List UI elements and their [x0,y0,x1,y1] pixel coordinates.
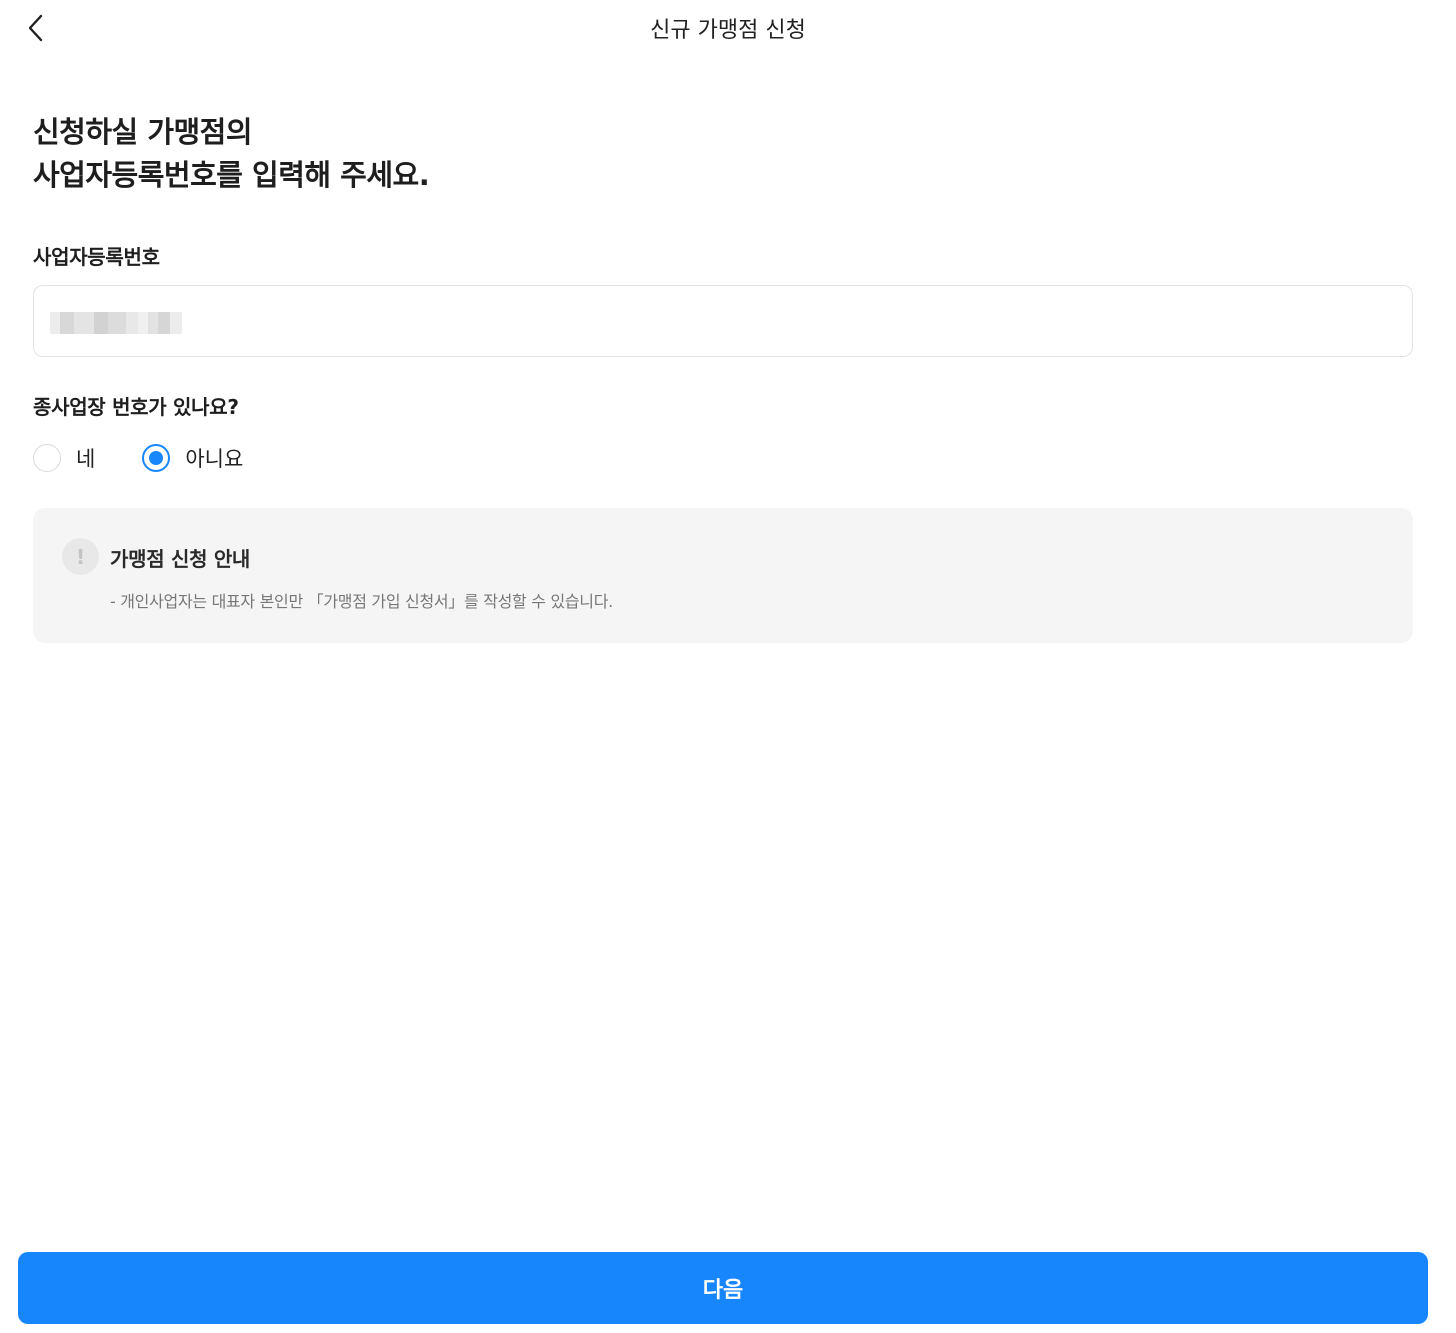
heading-line-2: 사업자등록번호를 입력해 주세요. [33,158,430,192]
radio-label-yes: 네 [76,447,96,471]
next-button[interactable]: 다음 [18,1252,1428,1324]
radio-option-no[interactable]: 아니요 [142,443,243,473]
notice-title: 가맹점 신청 안내 [110,547,251,571]
page: 신규 가맹점 신청 신청하실 가맹점의 사업자등록번호를 입력해 주세요. 사업… [0,0,1456,1333]
radio-option-yes[interactable]: 네 [33,443,95,473]
masked-value [50,312,182,334]
header: 신규 가맹점 신청 [0,0,1456,56]
radio-button-no[interactable] [142,444,171,472]
page-heading: 신청하실 가맹점의 사업자등록번호를 입력해 주세요. [33,111,430,197]
heading-line-1: 신청하실 가맹점의 [33,115,253,149]
business-number-input[interactable] [33,285,1413,357]
branch-number-radio-group: 네 아니요 [33,443,243,473]
branch-number-question: 종사업장 번호가 있나요? [33,395,239,419]
business-number-label: 사업자등록번호 [33,245,160,269]
notice-box: ! 가맹점 신청 안내 - 개인사업자는 대표자 본인만 「가맹점 가입 신청서… [33,508,1413,643]
notice-text: - 개인사업자는 대표자 본인만 「가맹점 가입 신청서」를 작성할 수 있습니… [110,592,613,611]
radio-button-yes[interactable] [33,444,61,472]
radio-label-no: 아니요 [185,447,244,471]
header-title: 신규 가맹점 신청 [650,18,806,43]
exclamation-icon: ! [62,538,99,575]
